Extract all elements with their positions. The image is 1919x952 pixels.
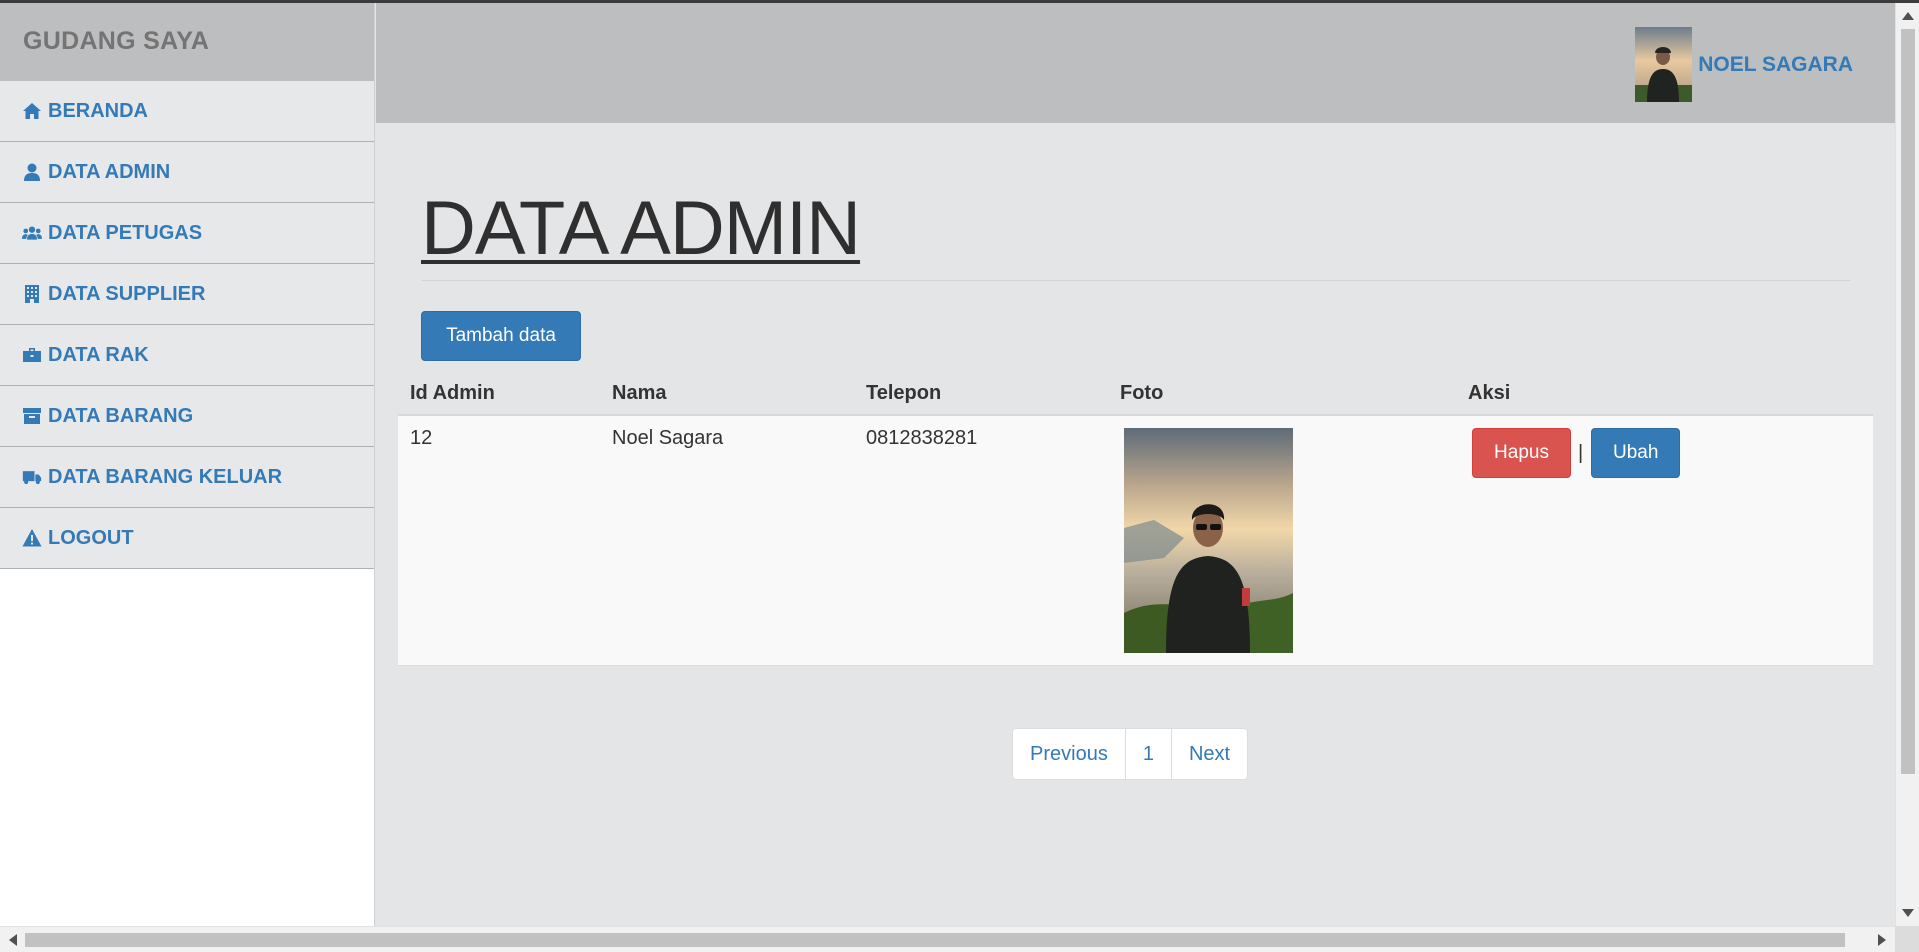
- sidebar-item-beranda[interactable]: BERANDA: [0, 81, 374, 142]
- divider: [421, 280, 1851, 281]
- admin-table: Id Admin Nama Telepon Foto Aksi 12 Noel …: [398, 371, 1873, 666]
- pagination-next[interactable]: Next: [1172, 729, 1247, 779]
- sidebar: GUDANG SAYA BERANDA DATA ADMIN DATA PETU…: [0, 3, 375, 926]
- page-title: DATA ADMIN: [421, 186, 861, 271]
- row-actions: Hapus | Ubah: [1472, 428, 1681, 478]
- avatar-photo: [1635, 27, 1693, 102]
- column-header-foto: Foto: [1120, 382, 1164, 404]
- admin-photo: [1124, 428, 1293, 653]
- cell-id: 12: [410, 427, 433, 449]
- avatar: [1635, 27, 1693, 102]
- sidebar-item-data-supplier[interactable]: DATA SUPPLIER: [0, 264, 374, 325]
- scroll-up-arrow-icon[interactable]: [1902, 12, 1914, 20]
- vertical-scroll-thumb[interactable]: [1901, 29, 1915, 774]
- horizontal-scroll-thumb[interactable]: [25, 933, 1845, 947]
- sidebar-item-data-barang[interactable]: DATA BARANG: [0, 386, 374, 447]
- briefcase-icon: [23, 348, 41, 362]
- table-header: Id Admin Nama Telepon Foto Aksi: [398, 371, 1873, 416]
- user-name[interactable]: NOEL SAGARA: [1698, 53, 1853, 77]
- building-icon: [25, 285, 39, 303]
- scroll-right-arrow-icon[interactable]: [1878, 934, 1886, 946]
- sidebar-item-label: DATA SUPPLIER: [48, 282, 206, 305]
- pagination-previous[interactable]: Previous: [1013, 729, 1126, 779]
- add-data-button[interactable]: Tambah data: [421, 311, 581, 361]
- brand-title: GUDANG SAYA: [0, 3, 374, 81]
- user-menu[interactable]: NOEL SAGARA: [1635, 27, 1853, 102]
- sidebar-item-data-barang-keluar[interactable]: DATA BARANG KELUAR: [0, 447, 374, 508]
- horizontal-scrollbar[interactable]: [0, 926, 1895, 952]
- sidebar-item-logout[interactable]: LOGOUT: [0, 508, 374, 569]
- pagination-page-1[interactable]: 1: [1126, 729, 1172, 779]
- sidebar-item-label: BERANDA: [48, 99, 148, 122]
- sidebar-item-label: DATA ADMIN: [48, 160, 171, 183]
- sidebar-item-data-petugas[interactable]: DATA PETUGAS: [0, 203, 374, 264]
- column-header-id: Id Admin: [410, 382, 495, 404]
- scroll-down-arrow-icon[interactable]: [1902, 909, 1914, 917]
- column-header-telepon: Telepon: [866, 382, 942, 404]
- column-header-nama: Nama: [612, 382, 667, 404]
- user-icon: [24, 163, 40, 181]
- vertical-scrollbar[interactable]: [1895, 3, 1919, 926]
- column-header-aksi: Aksi: [1468, 382, 1511, 404]
- sidebar-item-data-admin[interactable]: DATA ADMIN: [0, 142, 374, 203]
- truck-icon: [22, 471, 42, 485]
- edit-button[interactable]: Ubah: [1591, 428, 1681, 478]
- delete-button[interactable]: Hapus: [1472, 428, 1571, 478]
- pagination: Previous 1 Next: [1012, 728, 1249, 780]
- home-icon: [23, 103, 41, 119]
- sidebar-item-label: DATA BARANG KELUAR: [48, 465, 283, 488]
- sidebar-item-label: DATA BARANG: [48, 404, 194, 427]
- scrollbar-corner: [1895, 926, 1919, 952]
- archive-icon: [23, 408, 41, 424]
- top-header: NOEL SAGARA: [376, 3, 1895, 123]
- cell-telepon: 0812838281: [866, 427, 978, 449]
- sidebar-item-label: DATA PETUGAS: [48, 221, 203, 244]
- action-separator: |: [1578, 441, 1584, 464]
- sidebar-item-data-rak[interactable]: DATA RAK: [0, 325, 374, 386]
- scroll-left-arrow-icon[interactable]: [9, 934, 17, 946]
- sidebar-item-label: DATA RAK: [48, 343, 149, 366]
- users-icon: [22, 226, 42, 240]
- sidebar-item-label: LOGOUT: [48, 526, 134, 549]
- main-content: DATA ADMIN Tambah data Id Admin Nama Tel…: [376, 123, 1895, 926]
- warning-icon: [22, 529, 42, 547]
- table-row: 12 Noel Sagara 0812838281 Hapus | Ubah: [398, 416, 1873, 666]
- cell-nama: Noel Sagara: [612, 427, 724, 449]
